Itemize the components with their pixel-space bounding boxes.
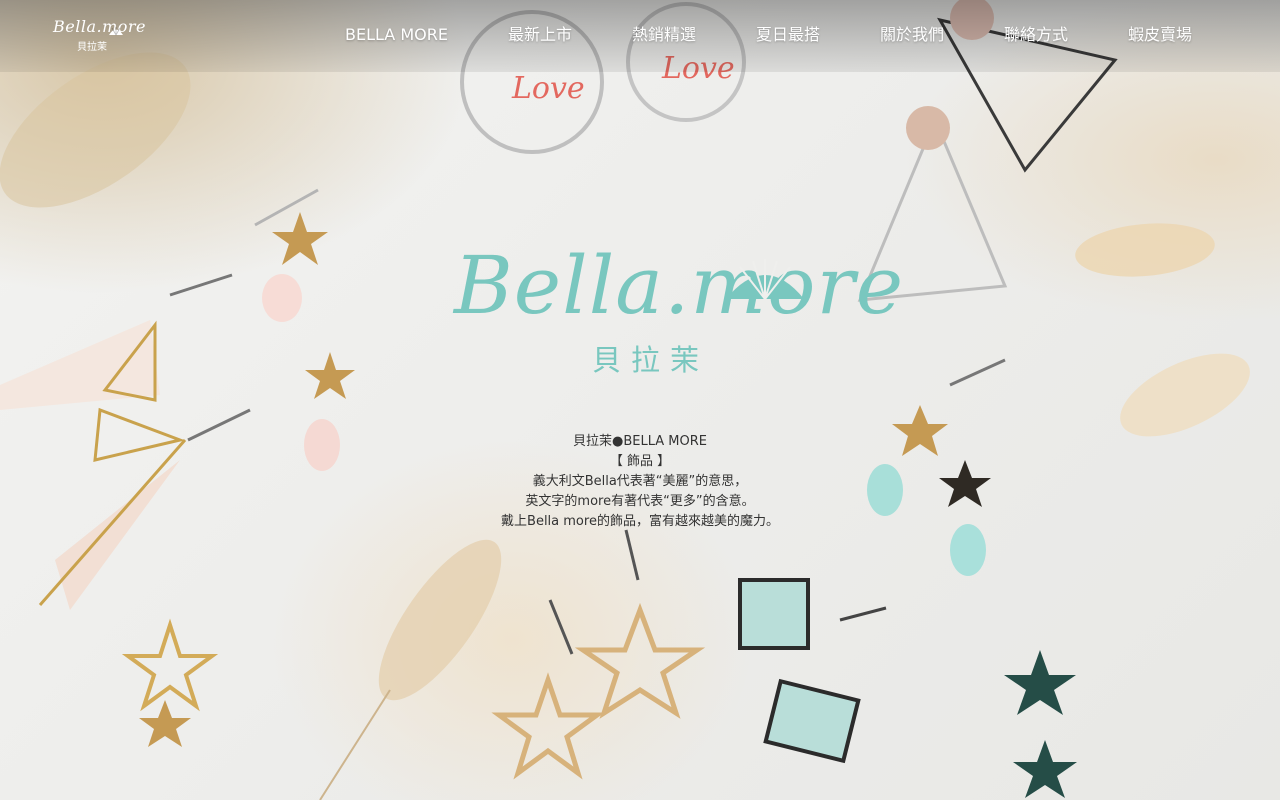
- nav-bella-more[interactable]: BELLA MORE: [345, 25, 448, 45]
- brand-logo-chinese: 貝拉茉: [77, 42, 107, 53]
- intro-line-4: 英文字的more有著代表“更多”的含意。: [525, 494, 755, 509]
- intro-line-5: 戴上Bella more的飾品，富有越來越美的魔力。: [501, 514, 779, 529]
- hero-logo-chinese: 貝拉茉: [592, 343, 710, 377]
- hero-logo-script: Bella.more: [454, 239, 905, 332]
- brand-intro: 貝拉茉●BELLA MORE 【 飾品 】 義大利文Bella代表著“美麗”的意…: [440, 432, 840, 532]
- intro-line-1: 貝拉茉●BELLA MORE: [573, 434, 707, 449]
- nav-new-arrivals[interactable]: 最新上市: [508, 25, 572, 45]
- intro-line-2: 【 飾品 】: [609, 454, 671, 469]
- hero-logo: Bella.more 貝拉茉: [454, 199, 903, 379]
- shell-icon: [109, 27, 123, 36]
- shell-icon-large: [726, 259, 804, 300]
- nav-contact[interactable]: 聯絡方式: [1004, 25, 1068, 45]
- main-nav: BELLA MORE 最新上市 熱銷精選 夏日最搭 關於我們 聯絡方式 蝦皮賣場: [345, 25, 1192, 45]
- nav-shopee-store[interactable]: 蝦皮賣場: [1128, 25, 1192, 45]
- love-text-left: Love: [511, 71, 585, 106]
- brand-logo-script: Bella.more: [53, 17, 147, 36]
- earrings-decoration: Love Love: [0, 0, 1250, 800]
- intro-line-3: 義大利文Bella代表著“美麗”的意思，: [532, 474, 748, 489]
- nav-summer-picks[interactable]: 夏日最搭: [756, 25, 820, 45]
- brand-logo[interactable]: Bella.more 貝拉茉: [53, 17, 146, 55]
- nav-about-us[interactable]: 關於我們: [880, 25, 944, 45]
- nav-best-sellers[interactable]: 熱銷精選: [632, 25, 696, 45]
